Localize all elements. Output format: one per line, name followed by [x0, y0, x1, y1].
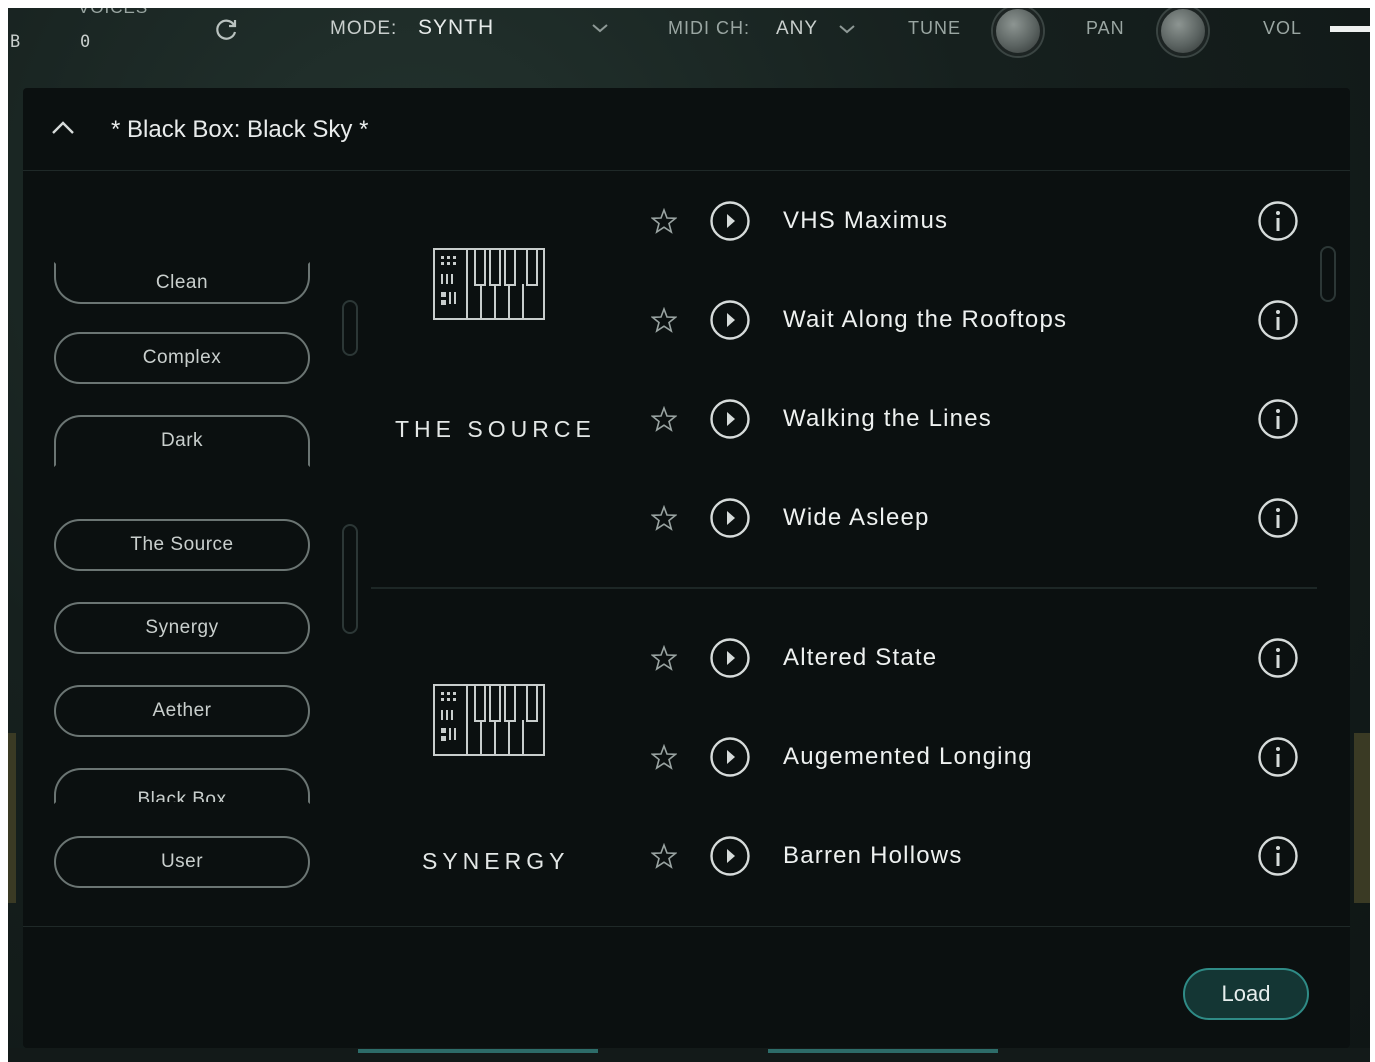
play-icon[interactable]	[709, 299, 751, 341]
info-icon[interactable]	[1257, 200, 1299, 242]
top-bar: B VOICES 0 MODE: SYNTH MIDI CH: ANY TUNE…	[8, 8, 1370, 68]
library-pill-black-box[interactable]: Black Box	[54, 768, 310, 804]
browser-header: * Black Box: Black Sky *	[23, 88, 1350, 171]
side-strip	[8, 733, 16, 903]
filter-label: Complex	[142, 347, 222, 368]
left-edge-label: B	[10, 32, 22, 52]
info-icon[interactable]	[1257, 398, 1299, 440]
preset-name[interactable]: Walking the Lines	[783, 405, 992, 433]
library-heading: SYNERGY	[422, 848, 570, 874]
group-divider	[371, 587, 1317, 589]
midi-channel-select[interactable]: ANY	[776, 18, 818, 40]
refresh-icon[interactable]	[214, 17, 240, 43]
play-icon[interactable]	[709, 637, 751, 679]
preset-row[interactable]: Walking the Lines	[643, 394, 1303, 444]
filter-label: Clean	[155, 272, 209, 293]
play-icon[interactable]	[709, 497, 751, 539]
bottom-strip	[8, 1048, 1370, 1062]
star-icon[interactable]	[651, 505, 677, 531]
play-icon[interactable]	[709, 736, 751, 778]
play-icon[interactable]	[709, 200, 751, 242]
bottom-strip-accent	[358, 1049, 598, 1053]
library-scrollbar[interactable]	[342, 524, 358, 634]
library-heading: THE SOURCE	[395, 416, 596, 442]
filter-pill-dark[interactable]: Dark	[54, 415, 310, 467]
mode-label: MODE:	[330, 18, 398, 39]
star-icon[interactable]	[651, 406, 677, 432]
preset-name[interactable]: Altered State	[783, 644, 937, 672]
info-icon[interactable]	[1257, 736, 1299, 778]
preset-name[interactable]: Wide Asleep	[783, 504, 930, 532]
filter-pill-complex[interactable]: Complex	[54, 332, 310, 384]
star-icon[interactable]	[651, 208, 677, 234]
voices-value: 0	[80, 32, 92, 52]
pan-label: PAN	[1086, 18, 1125, 38]
preset-row[interactable]: VHS Maximus	[643, 196, 1303, 246]
synth-plugin-window: B VOICES 0 MODE: SYNTH MIDI CH: ANY TUNE…	[8, 8, 1370, 1062]
library-label: Black Box	[137, 789, 227, 804]
footer-divider	[23, 926, 1350, 927]
info-icon[interactable]	[1257, 835, 1299, 877]
preset-name[interactable]: Barren Hollows	[783, 842, 963, 870]
chevron-down-icon[interactable]	[838, 23, 856, 35]
library-pill-the-source[interactable]: The Source	[54, 519, 310, 571]
info-icon[interactable]	[1257, 299, 1299, 341]
pan-knob[interactable]	[1158, 8, 1208, 56]
preset-name[interactable]: Augemented Longing	[783, 743, 1033, 771]
volume-slider[interactable]	[1330, 26, 1370, 32]
filter-pill-clean[interactable]: Clean	[54, 262, 310, 304]
star-icon[interactable]	[651, 307, 677, 333]
midi-channel-label: MIDI CH:	[668, 18, 750, 38]
preset-row[interactable]: Wait Along the Rooftops	[643, 295, 1303, 345]
mode-select[interactable]: SYNTH	[418, 16, 494, 40]
keyboard-icon	[433, 248, 545, 320]
library-label: User	[160, 851, 204, 872]
preset-browser-panel: * Black Box: Black Sky * Clean Complex D…	[23, 88, 1350, 1048]
library-label: Synergy	[145, 617, 219, 638]
tune-knob[interactable]	[993, 8, 1043, 56]
info-icon[interactable]	[1257, 497, 1299, 539]
preset-row[interactable]: Augemented Longing	[643, 732, 1303, 782]
play-icon[interactable]	[709, 398, 751, 440]
filter-scrollbar[interactable]	[342, 300, 358, 356]
star-icon[interactable]	[651, 645, 677, 671]
chevron-up-icon[interactable]	[49, 114, 77, 142]
library-pill-user[interactable]: User	[54, 836, 310, 888]
preset-name[interactable]: Wait Along the Rooftops	[783, 306, 1067, 334]
preset-row[interactable]: Barren Hollows	[643, 831, 1303, 881]
load-button[interactable]: Load	[1183, 968, 1309, 1020]
info-icon[interactable]	[1257, 637, 1299, 679]
chevron-down-icon[interactable]	[591, 22, 609, 34]
star-icon[interactable]	[651, 744, 677, 770]
preset-row[interactable]: Wide Asleep	[643, 493, 1303, 543]
bottom-strip-accent	[768, 1049, 998, 1053]
preset-scrollbar[interactable]	[1320, 246, 1336, 302]
side-strip	[1354, 733, 1370, 903]
voices-label: VOICES	[78, 8, 148, 18]
play-icon[interactable]	[709, 835, 751, 877]
keyboard-icon	[433, 684, 545, 756]
library-pill-aether[interactable]: Aether	[54, 685, 310, 737]
library-pill-synergy[interactable]: Synergy	[54, 602, 310, 654]
preset-name[interactable]: VHS Maximus	[783, 207, 948, 235]
current-preset-title: * Black Box: Black Sky *	[111, 116, 369, 143]
library-label: Aether	[152, 700, 212, 721]
library-label: The Source	[130, 534, 234, 555]
preset-row[interactable]: Altered State	[643, 633, 1303, 683]
star-icon[interactable]	[651, 843, 677, 869]
vol-label: VOL	[1263, 18, 1303, 38]
filter-label: Dark	[160, 430, 204, 451]
tune-label: TUNE	[908, 18, 961, 38]
